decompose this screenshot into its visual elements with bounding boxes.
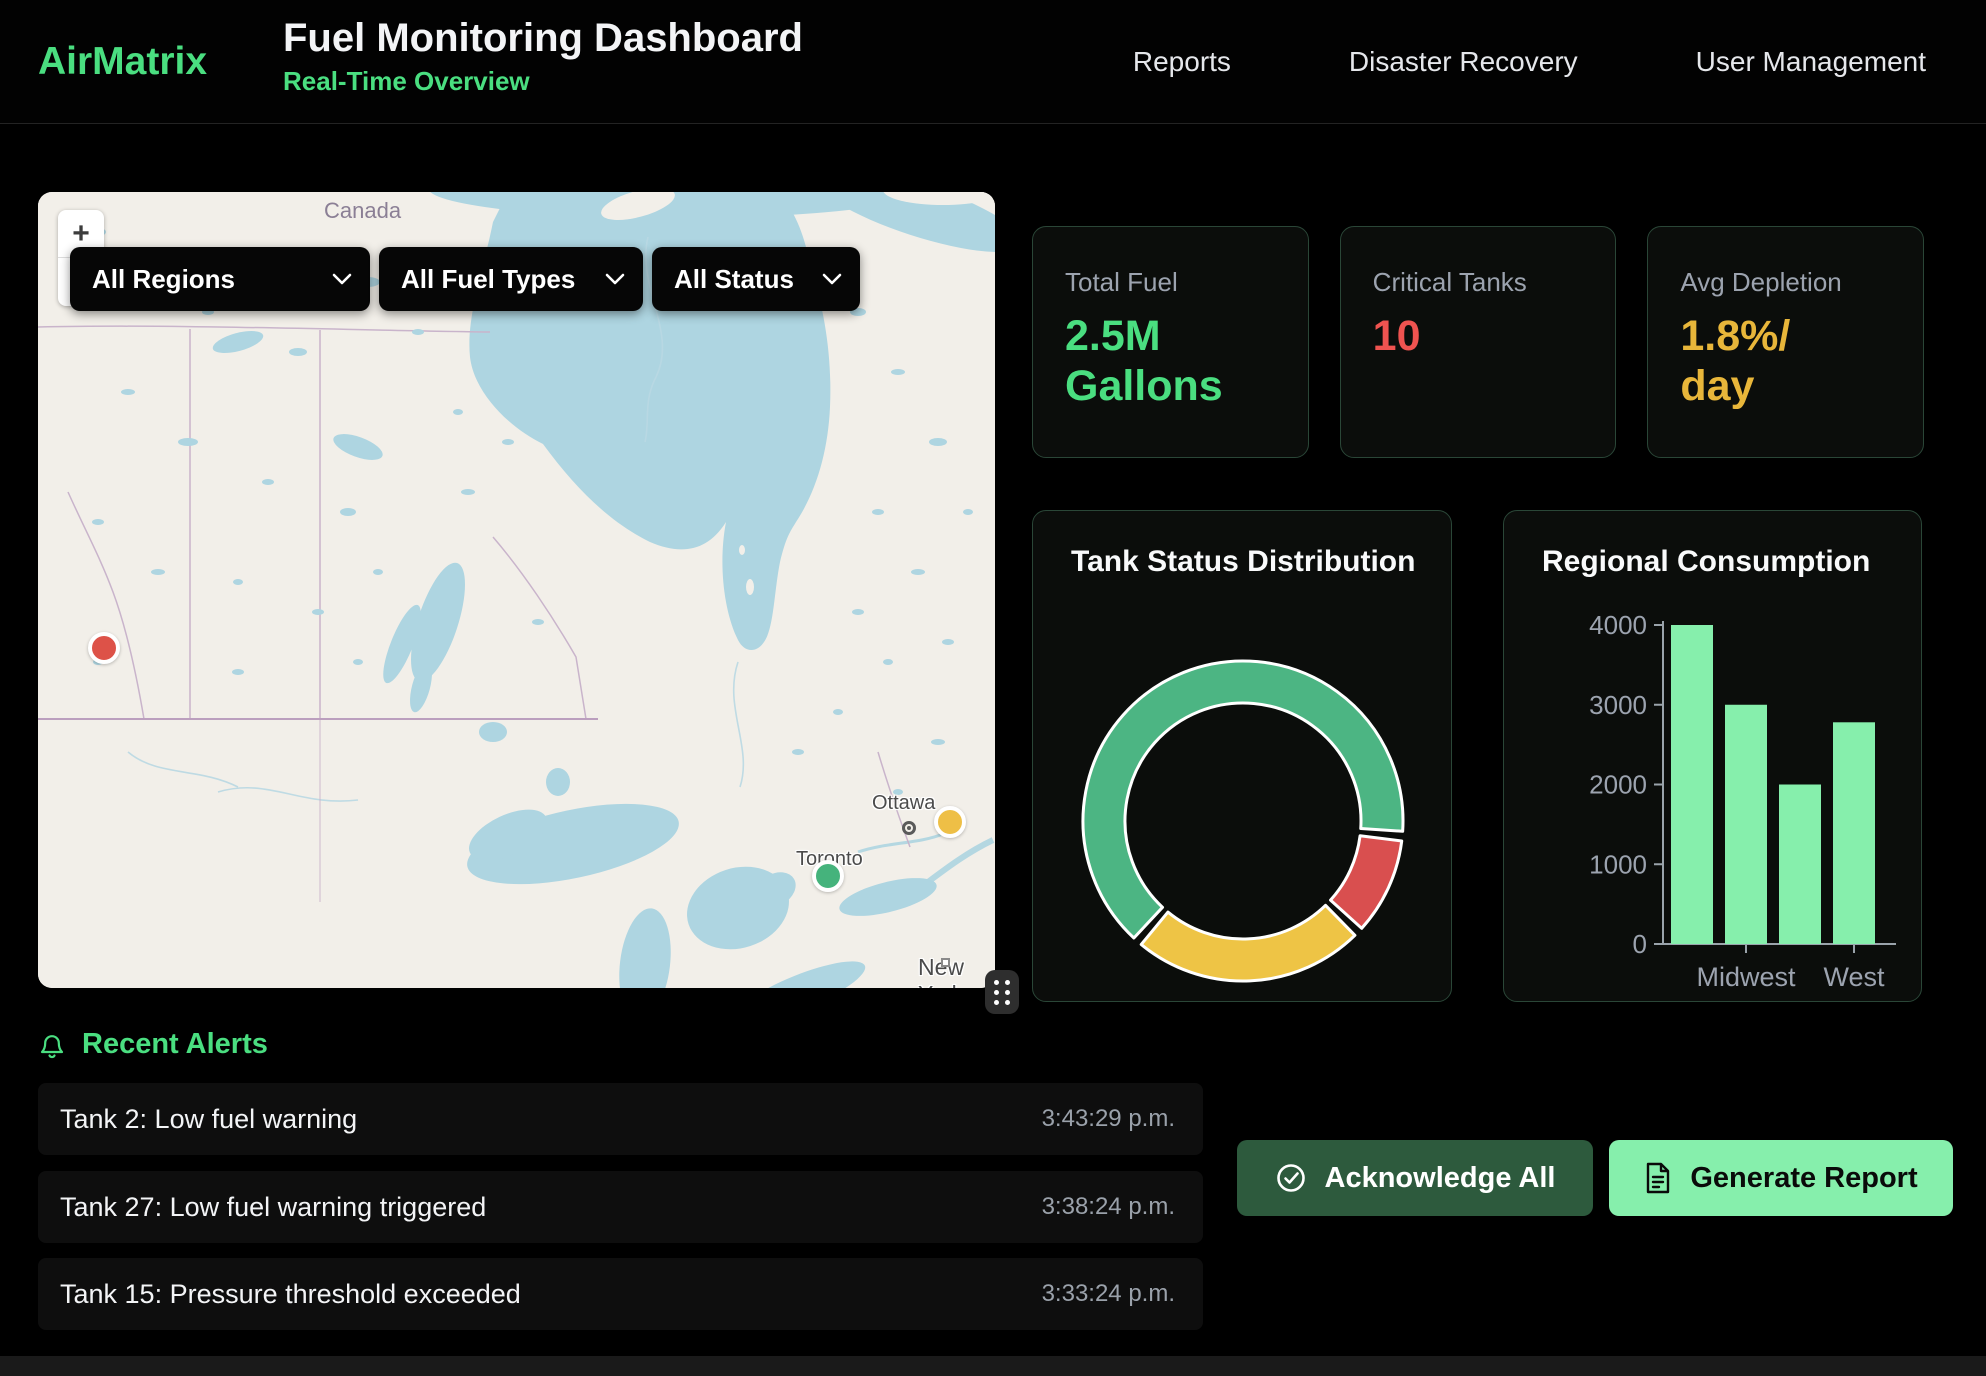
regional-consumption-card: Regional Consumption 0 1000 2000 3000 4000 Mi…	[1503, 510, 1922, 1002]
alert-row[interactable]: Tank 27: Low fuel warning triggered 3:38…	[38, 1171, 1203, 1243]
fuel-map[interactable]: Canada Ottawa Toronto New York + All Reg…	[38, 192, 995, 988]
ottawa-town-dot	[902, 821, 916, 835]
regions-filter-label: All Regions	[92, 264, 235, 295]
status-filter-dropdown[interactable]: All Status	[652, 247, 860, 311]
chevron-down-icon	[822, 273, 842, 286]
fuel-type-filter-label: All Fuel Types	[401, 264, 575, 295]
acknowledge-all-button[interactable]: Acknowledge All	[1237, 1140, 1593, 1216]
nav-reports[interactable]: Reports	[1133, 46, 1231, 78]
alert-row[interactable]: Tank 2: Low fuel warning 3:43:29 p.m.	[38, 1083, 1203, 1155]
svg-text:3000: 3000	[1589, 690, 1647, 720]
svg-text:Midwest: Midwest	[1696, 962, 1796, 992]
stat-label: Total Fuel	[1065, 267, 1308, 298]
alert-row[interactable]: Tank 15: Pressure threshold exceeded 3:3…	[38, 1258, 1203, 1330]
map-resize-grip-icon[interactable]	[985, 970, 1019, 1014]
chart-title: Tank Status Distribution	[1071, 545, 1451, 579]
alert-time: 3:33:24 p.m.	[1042, 1280, 1175, 1308]
bottom-strip	[0, 1356, 1986, 1376]
chevron-down-icon	[332, 273, 352, 286]
alert-text: Tank 2: Low fuel warning	[60, 1104, 357, 1135]
regions-filter-dropdown[interactable]: All Regions	[70, 247, 370, 311]
stat-value: 1.8%/day	[1680, 312, 1923, 412]
map-label-new-york: New York	[918, 954, 995, 988]
alert-time: 3:38:24 p.m.	[1042, 1193, 1175, 1221]
alert-text: Tank 15: Pressure threshold exceeded	[60, 1279, 521, 1310]
page-title: Fuel Monitoring Dashboard	[283, 16, 803, 60]
main-nav: Reports Disaster Recovery User Managemen…	[1133, 0, 1926, 123]
map-filter-row: All Regions All Fuel Types All Status	[70, 247, 860, 311]
nav-user-management[interactable]: User Management	[1696, 46, 1926, 78]
stat-card-critical-tanks: Critical Tanks 10	[1340, 226, 1617, 458]
stat-value: 10	[1373, 312, 1616, 362]
alerts-header: Recent Alerts	[38, 1028, 268, 1061]
alerts-title: Recent Alerts	[82, 1028, 268, 1061]
new-york-town-dot	[941, 958, 950, 967]
stat-label: Critical Tanks	[1373, 267, 1616, 298]
stat-card-avg-depletion: Avg Depletion 1.8%/day	[1647, 226, 1924, 458]
stat-value: 2.5MGallons	[1065, 312, 1308, 412]
fuel-type-filter-dropdown[interactable]: All Fuel Types	[379, 247, 643, 311]
tank-marker-critical[interactable]	[88, 632, 120, 664]
svg-text:4000: 4000	[1589, 610, 1647, 640]
generate-report-button[interactable]: Generate Report	[1609, 1140, 1953, 1216]
map-label-ottawa: Ottawa	[872, 792, 935, 815]
stat-label: Avg Depletion	[1680, 267, 1923, 298]
stats-row: Total Fuel 2.5MGallons Critical Tanks 10…	[1032, 226, 1924, 458]
svg-text:West: West	[1823, 962, 1885, 992]
nav-disaster-recovery[interactable]: Disaster Recovery	[1349, 46, 1578, 78]
tank-marker-normal[interactable]	[812, 860, 844, 892]
tank-status-donut-chart	[1033, 581, 1452, 1001]
chevron-down-icon	[605, 273, 625, 286]
svg-text:2000: 2000	[1589, 770, 1647, 800]
app-header: AirMatrix Fuel Monitoring Dashboard Real…	[0, 0, 1986, 124]
tank-marker-warning[interactable]	[934, 806, 966, 838]
svg-text:0: 0	[1633, 929, 1647, 959]
bell-icon	[38, 1030, 66, 1060]
alert-time: 3:43:29 p.m.	[1042, 1105, 1175, 1133]
status-filter-label: All Status	[674, 264, 794, 295]
regional-consumption-bar-chart: 0 1000 2000 3000 4000 Midwest West	[1504, 581, 1922, 1001]
stat-card-total-fuel: Total Fuel 2.5MGallons	[1032, 226, 1309, 458]
alert-text: Tank 27: Low fuel warning triggered	[60, 1192, 486, 1223]
tank-status-card: Tank Status Distribution	[1032, 510, 1452, 1002]
check-circle-icon	[1275, 1162, 1307, 1194]
report-document-icon	[1644, 1162, 1672, 1194]
svg-text:1000: 1000	[1589, 849, 1647, 879]
title-block: Fuel Monitoring Dashboard Real-Time Over…	[283, 16, 803, 97]
brand-logo[interactable]: AirMatrix	[38, 40, 207, 84]
chart-title: Regional Consumption	[1542, 545, 1921, 579]
page-subtitle: Real-Time Overview	[283, 66, 803, 97]
map-label-canada: Canada	[324, 198, 401, 224]
